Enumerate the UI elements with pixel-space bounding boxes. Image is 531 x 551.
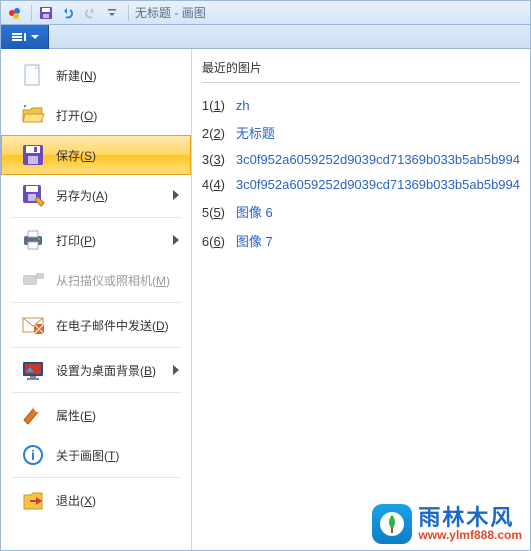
menu-item-save[interactable]: 保存(S) bbox=[1, 135, 191, 175]
document-title: 无标题 bbox=[135, 6, 171, 20]
recent-item[interactable]: 4(4)3c0f952a6059252d9039cd71369b033b5ab5… bbox=[202, 172, 520, 197]
menu-item-exit[interactable]: 退出(X) bbox=[1, 480, 191, 520]
separator bbox=[202, 82, 520, 83]
menu-item-label: 新建(N) bbox=[56, 67, 180, 84]
saveas-icon bbox=[18, 181, 48, 209]
menu-item-saveas[interactable]: 另存为(A) bbox=[1, 175, 191, 215]
menu-item-label: 属性(E) bbox=[56, 407, 180, 424]
email-icon bbox=[18, 311, 48, 339]
menu-item-label: 打印(P) bbox=[56, 232, 172, 249]
separator bbox=[11, 392, 181, 393]
separator bbox=[11, 217, 181, 218]
menu-item-props[interactable]: 属性(E) bbox=[1, 395, 191, 435]
recent-item-name: 3c0f952a6059252d9039cd71369b033b5ab5b994 bbox=[236, 152, 520, 167]
window-title: 无标题 - 画图 bbox=[135, 4, 206, 21]
recent-item-index: 2(2) bbox=[202, 126, 236, 141]
watermark-url: www.ylmf888.com bbox=[418, 529, 522, 541]
recent-list: 1(1)zh2(2)无标题3(3)3c0f952a6059252d9039cd7… bbox=[202, 93, 520, 255]
recent-item-name: 图像 7 bbox=[236, 231, 273, 250]
recent-item[interactable]: 1(1)zh bbox=[202, 93, 520, 118]
app-icon[interactable] bbox=[5, 3, 25, 23]
recent-item-name: 无标题 bbox=[236, 123, 275, 142]
menu-item-label: 另存为(A) bbox=[56, 187, 172, 204]
print-icon bbox=[18, 226, 48, 254]
exit-icon bbox=[18, 486, 48, 514]
menu-item-label: 设置为桌面背景(B) bbox=[56, 362, 172, 379]
separator bbox=[11, 302, 181, 303]
file-tab[interactable] bbox=[1, 25, 49, 49]
separator bbox=[31, 5, 32, 21]
menu-item-label: 从扫描仪或照相机(M) bbox=[56, 272, 180, 289]
separator bbox=[128, 5, 129, 21]
recent-item-name: 3c0f952a6059252d9039cd71369b033b5ab5b994 bbox=[236, 177, 520, 192]
menu-item-scanner: 从扫描仪或照相机(M) bbox=[1, 260, 191, 300]
recent-item-index: 3(3) bbox=[202, 152, 236, 167]
menu-item-print[interactable]: 打印(P) bbox=[1, 220, 191, 260]
qat-undo-icon[interactable] bbox=[58, 3, 78, 23]
menu-item-label: 退出(X) bbox=[56, 492, 180, 509]
menu-item-wallpaper[interactable]: 设置为桌面背景(B) bbox=[1, 350, 191, 390]
menu-item-open[interactable]: 打开(O) bbox=[1, 95, 191, 135]
watermark-badge-icon bbox=[372, 504, 412, 544]
menu-item-label: 在电子邮件中发送(D) bbox=[56, 317, 180, 334]
submenu-arrow-icon bbox=[172, 235, 180, 245]
file-menu-list: 新建(N) 打开(O) 保存(S) 另存为(A) 打印(P) 从扫描仪或照相机(M) 在电子… bbox=[1, 49, 191, 550]
about-icon: i bbox=[18, 441, 48, 469]
recent-item-name: zh bbox=[236, 98, 250, 113]
qat-customize-icon[interactable] bbox=[102, 3, 122, 23]
qat-redo-icon[interactable] bbox=[80, 3, 100, 23]
svg-text:i: i bbox=[31, 447, 35, 463]
recent-item[interactable]: 3(3)3c0f952a6059252d9039cd71369b033b5ab5… bbox=[202, 147, 520, 172]
recent-panel-title: 最近的图片 bbox=[202, 59, 520, 76]
separator bbox=[11, 477, 181, 478]
props-icon bbox=[18, 401, 48, 429]
recent-item[interactable]: 2(2)无标题 bbox=[202, 118, 520, 147]
submenu-arrow-icon bbox=[172, 365, 180, 375]
submenu-arrow-icon bbox=[172, 190, 180, 200]
recent-item-index: 5(5) bbox=[202, 205, 236, 220]
qat-save-icon[interactable] bbox=[36, 3, 56, 23]
recent-item-index: 6(6) bbox=[202, 234, 236, 249]
scanner-icon bbox=[18, 266, 48, 294]
menu-item-label: 保存(S) bbox=[56, 147, 180, 164]
recent-item-name: 图像 6 bbox=[236, 202, 273, 221]
wallpaper-icon bbox=[18, 356, 48, 384]
menu-item-new[interactable]: 新建(N) bbox=[1, 55, 191, 95]
open-icon bbox=[18, 101, 48, 129]
menu-item-label: 关于画图(T) bbox=[56, 447, 180, 464]
recent-item[interactable]: 5(5)图像 6 bbox=[202, 197, 520, 226]
title-bar: 无标题 - 画图 bbox=[1, 1, 530, 25]
menu-item-about[interactable]: i 关于画图(T) bbox=[1, 435, 191, 475]
new-icon bbox=[18, 61, 48, 89]
watermark-text: 雨林木风 bbox=[418, 507, 522, 529]
recent-panel: 最近的图片 1(1)zh2(2)无标题3(3)3c0f952a6059252d9… bbox=[191, 49, 530, 550]
save-icon bbox=[18, 141, 48, 169]
ribbon-tabs bbox=[1, 25, 530, 49]
separator bbox=[11, 347, 181, 348]
recent-item-index: 1(1) bbox=[202, 98, 236, 113]
recent-item-index: 4(4) bbox=[202, 177, 236, 192]
watermark: 雨林木风 www.ylmf888.com bbox=[372, 504, 522, 544]
file-menu-body: 新建(N) 打开(O) 保存(S) 另存为(A) 打印(P) 从扫描仪或照相机(M) 在电子… bbox=[1, 49, 530, 550]
recent-item[interactable]: 6(6)图像 7 bbox=[202, 226, 520, 255]
app-name: 画图 bbox=[182, 6, 206, 20]
menu-item-label: 打开(O) bbox=[56, 107, 180, 124]
menu-item-email[interactable]: 在电子邮件中发送(D) bbox=[1, 305, 191, 345]
